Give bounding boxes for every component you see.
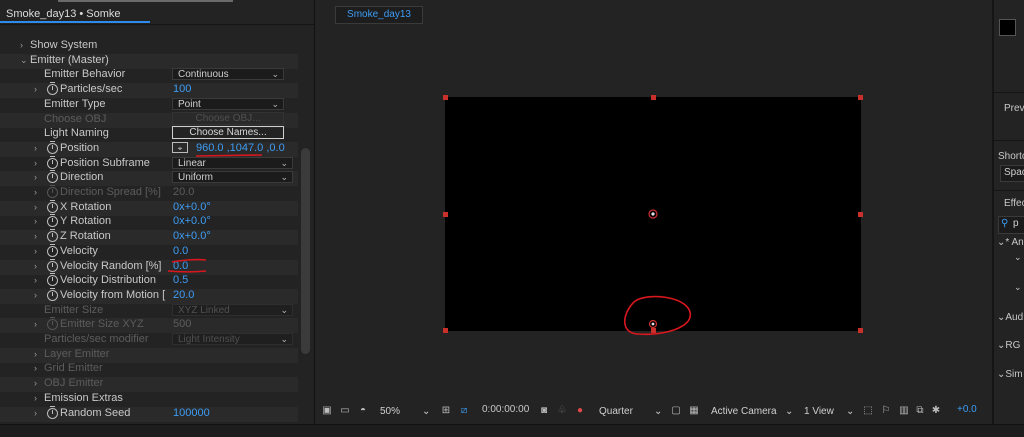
annotation-circle — [623, 295, 691, 336]
search-icon: ⚲ — [1001, 218, 1009, 229]
effects-item-animation[interactable]: ⌄* An — [997, 237, 1024, 248]
flowchart-icon[interactable]: ⧉ — [914, 406, 926, 416]
chevron-down-icon: ⌄ — [422, 406, 431, 417]
toggle-pixel-aspect-icon[interactable]: ⬚ — [862, 406, 874, 416]
timeline-tab-strip — [0, 424, 1024, 437]
chevron-down-icon[interactable]: ⌄ — [1014, 282, 1022, 293]
preview-panel-label[interactable]: Previ — [1004, 103, 1024, 114]
effects-item-simulation[interactable]: ⌄Sim — [997, 369, 1023, 380]
emitter-position-icon[interactable] — [648, 319, 658, 329]
timeline-icon[interactable]: ▥ — [898, 406, 910, 416]
color-channels-icon[interactable]: ● — [574, 406, 586, 416]
chevron-down-icon[interactable]: ⌄ — [1014, 252, 1022, 263]
effects-item-rg[interactable]: ⌄RG — [997, 340, 1020, 351]
panel-divider — [994, 92, 1024, 93]
show-snapshot-icon[interactable]: ♧ — [556, 406, 568, 416]
effects-presets-label[interactable]: Effec — [1004, 198, 1024, 209]
panel-divider — [994, 190, 1024, 191]
camera-value: Active Camera — [711, 406, 777, 417]
camera-dropdown[interactable]: Active Camera ⌄ — [711, 404, 795, 420]
monitor-icon[interactable]: ▭ — [339, 406, 351, 416]
mask-visibility-icon[interactable]: ⧄ — [458, 406, 470, 416]
anchor-point-icon[interactable] — [648, 209, 658, 219]
camera-snapshot-icon[interactable]: ◙ — [538, 406, 550, 416]
vr-goggles-icon[interactable]: ◓ — [357, 406, 369, 416]
fast-previews-icon[interactable]: ⚐ — [880, 406, 892, 416]
resolution-dropdown[interactable]: Quarter ⌄ — [599, 404, 665, 420]
resolution-value: Quarter — [599, 406, 633, 417]
view-layout-dropdown[interactable]: 1 View ⌄ — [804, 404, 856, 420]
effects-item-label: Aud — [1005, 312, 1024, 323]
zoom-value: 50% — [380, 406, 401, 417]
view-layout-value: 1 View — [804, 406, 834, 417]
chevron-down-icon: ⌄ — [785, 406, 794, 417]
exposure-value[interactable]: +0.0 — [957, 404, 977, 415]
chevron-down-icon: ⌄ — [654, 406, 663, 417]
shortcut-value: Spac — [1004, 167, 1024, 178]
effects-search-input[interactable]: ⚲ p — [998, 216, 1024, 234]
transparency-grid-icon[interactable]: ▦ — [688, 406, 700, 416]
effects-item-audio[interactable]: ⌄Aud — [997, 312, 1023, 323]
viewer-overlay — [623, 209, 691, 336]
timecode[interactable]: 0:00:00:00 — [482, 404, 529, 415]
shortcut-dropdown[interactable]: Spac — [1000, 165, 1024, 182]
exposure-reset-icon[interactable]: ✱ — [930, 406, 942, 416]
chevron-down-icon: ⌄ — [846, 406, 855, 417]
effects-item-label: RG — [1005, 340, 1021, 351]
grid-guides-icon[interactable]: ⊞ — [440, 406, 452, 416]
color-swatch[interactable] — [999, 19, 1016, 36]
shortcut-label: Shortc — [998, 151, 1024, 162]
annotation-underline-velocity — [171, 258, 207, 263]
effects-item-label: Sim — [1005, 369, 1023, 380]
zoom-dropdown[interactable]: 50% ⌄ — [380, 404, 432, 420]
left-annotations — [167, 154, 263, 273]
search-text: p — [1013, 218, 1019, 229]
annotation-underline-velocity-random — [167, 270, 207, 273]
panel-divider — [994, 140, 1024, 141]
effects-item-label: * An — [1005, 237, 1024, 248]
region-of-interest-icon[interactable]: ▢ — [670, 406, 682, 416]
always-preview-icon[interactable]: ▣ — [321, 406, 333, 416]
annotation-underline-position — [195, 154, 263, 157]
